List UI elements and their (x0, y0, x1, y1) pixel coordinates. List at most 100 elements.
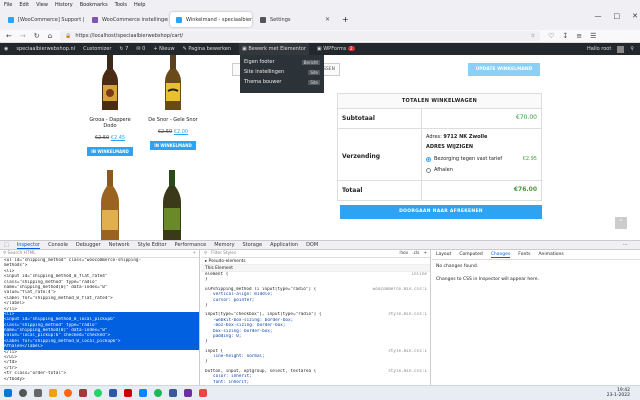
css-rule-selector[interactable]: style.min.css:1 input[type="checkbox"], i… (205, 312, 430, 317)
add-to-cart-button[interactable]: IN WINKELMAND (150, 141, 196, 150)
side-tab-layout[interactable]: Layout (436, 252, 451, 257)
cls-toggle[interactable]: .cls (412, 251, 419, 256)
menu-item-tools[interactable]: Tools (115, 2, 127, 8)
dropdown-item[interactable]: Eigen footer Bericht (244, 59, 320, 65)
product-name[interactable]: De Snor - Gele Snor (145, 117, 201, 123)
change-address-link[interactable]: ADRES WIJZIGEN (426, 144, 537, 150)
beer-bottle-image[interactable] (163, 55, 183, 110)
css-property[interactable]: } (205, 359, 430, 364)
outlook-icon[interactable] (109, 389, 117, 397)
back-icon[interactable]: ← (6, 32, 12, 40)
devtools-tab-memory[interactable]: Memory (214, 242, 234, 248)
app-icon[interactable] (199, 389, 207, 397)
new-link[interactable]: + Nieuw (153, 46, 174, 52)
menu-icon[interactable]: ☰ (590, 32, 596, 40)
home-icon[interactable]: ⌂ (48, 32, 52, 40)
close-tab-icon[interactable]: ✕ (325, 16, 330, 23)
spotify-icon[interactable] (154, 389, 162, 397)
forward-icon[interactable]: → (20, 32, 26, 40)
url-bar[interactable]: 🔒 https://localhost/speciaalbierwebshop/… (60, 31, 541, 41)
wp-account[interactable]: Hallo root ⚲ (587, 45, 640, 53)
updates-icon[interactable]: ↻ 7 (119, 46, 128, 52)
reload-icon[interactable]: ↻ (34, 32, 40, 40)
beer-bottle-image[interactable] (160, 170, 184, 240)
devtools-tab-application[interactable]: Application (270, 242, 298, 248)
checkout-button[interactable]: DOORGAAN NAAR AFREKENEN (340, 205, 542, 219)
windows-start-icon[interactable] (4, 389, 12, 397)
shipping-option[interactable]: Bezorging tegen vast tarief €2.95 (426, 156, 537, 162)
css-rule-source[interactable]: woocommerce.min.css:1 (373, 287, 430, 292)
beer-bottle-image[interactable] (100, 55, 120, 110)
devtools-tab-storage[interactable]: Storage (243, 242, 263, 248)
app-icon[interactable] (169, 389, 177, 397)
radio-unchecked[interactable] (426, 167, 431, 173)
menu-item-edit[interactable]: Edit (19, 2, 29, 8)
search-icon[interactable]: ⚲ (630, 46, 634, 52)
vscode-icon[interactable] (139, 389, 147, 397)
browser-tab[interactable]: Winkelmand - speciaalbierw...✕ (170, 12, 252, 27)
pocket-icon[interactable]: ♡ (548, 32, 554, 40)
file-explorer-icon[interactable] (49, 389, 57, 397)
whatsapp-icon[interactable] (94, 389, 102, 397)
beer-bottle-image[interactable] (98, 170, 122, 240)
html-line[interactable]: </tbody> (4, 377, 199, 382)
css-rule-source[interactable]: style.min.css:1 (388, 312, 430, 317)
dropdown-item[interactable]: Thema bouwer Site (244, 79, 320, 85)
scroll-top-icon[interactable]: ˄ (615, 217, 627, 229)
menu-item-bookmarks[interactable]: Bookmarks (80, 2, 108, 8)
edit-page-link[interactable]: ✎ Pagina bewerken (183, 46, 231, 52)
maximize-icon[interactable]: □ (614, 12, 621, 20)
wpforms-link[interactable]: ▣ WPForms 2 (317, 46, 355, 52)
radio-checked[interactable] (426, 156, 431, 162)
devtools-tab-inspector[interactable]: Inspector (16, 242, 41, 249)
minimize-icon[interactable]: — (595, 12, 602, 20)
filter-styles[interactable]: ⚲ Filter Styles :hov .cls + (201, 250, 430, 258)
side-tab-computed[interactable]: Computed (459, 252, 482, 257)
browser-tab[interactable]: WooCommerce instellingen -...✕ (86, 12, 168, 27)
site-name-link[interactable]: speciaalbierwebshop.nl (16, 46, 75, 52)
css-rule-source[interactable]: style.min.css:1 (388, 349, 430, 354)
dropdown-item[interactable]: Site instellingen Site (244, 69, 320, 75)
library-icon[interactable]: ≡ (576, 32, 582, 40)
side-tab-changes[interactable]: Changes (490, 252, 511, 258)
browser-tab[interactable]: Settings ✕ (254, 12, 336, 27)
pseudo-elements-toggle[interactable]: ▸ Pseudo-elements (201, 258, 430, 265)
comments-icon[interactable]: ✉ 0 (136, 46, 145, 52)
bookmark-star-icon[interactable]: ☆ (531, 33, 540, 39)
css-rule-source[interactable]: inline (411, 272, 430, 277)
devtools-tab-console[interactable]: Console (48, 242, 68, 248)
update-cart-button[interactable]: UPDATE WINKELMAND (468, 63, 540, 76)
menu-item-help[interactable]: Help (134, 2, 145, 8)
search-icon[interactable] (19, 389, 27, 397)
clock[interactable]: 19:42 23-1-2022 (607, 388, 640, 398)
product-name[interactable]: Grooa - Dappere Dodo (82, 117, 138, 129)
devtools-tab-performance[interactable]: Performance (175, 242, 207, 248)
menu-item-history[interactable]: History (55, 2, 73, 8)
task-view-icon[interactable] (34, 389, 42, 397)
wordpress-icon[interactable]: ◉ (4, 46, 8, 52)
devtools-tab-network[interactable]: Network (109, 242, 130, 248)
add-to-cart-button[interactable]: IN WINKELMAND (87, 147, 133, 156)
shipping-option[interactable]: Afhalen (426, 167, 537, 173)
menu-item-view[interactable]: View (36, 2, 48, 8)
customizer-link[interactable]: Customizer (83, 46, 111, 52)
hov-toggle[interactable]: :hov (399, 251, 408, 256)
add-rule-icon[interactable]: + (423, 251, 430, 256)
devtools-tab-style-editor[interactable]: Style Editor (138, 242, 167, 248)
css-rule-source[interactable]: style.min.css:1 (388, 369, 430, 374)
app-icon[interactable] (79, 389, 87, 397)
html-search[interactable]: ⚲ Search HTML + (0, 250, 199, 258)
css-property[interactable]: } (205, 303, 430, 308)
new-tab-icon[interactable]: + (342, 15, 349, 24)
css-property[interactable]: } (205, 277, 430, 282)
app-icon[interactable] (184, 389, 192, 397)
elementor-link[interactable]: ▣ Bewerk met Elementor (239, 43, 309, 55)
devtools-tab-debugger[interactable]: Debugger (76, 242, 101, 248)
devtools-tab-dom[interactable]: DOM (306, 242, 318, 248)
devtools-menu-icon[interactable]: ⋯ (623, 242, 640, 248)
downloads-icon[interactable]: ↧ (562, 32, 568, 40)
close-window-icon[interactable]: ✕ (632, 12, 638, 20)
element-picker-icon[interactable]: ⬚ (4, 242, 9, 248)
side-tab-animations[interactable]: Animations (538, 252, 563, 257)
firefox-icon[interactable] (64, 389, 72, 397)
